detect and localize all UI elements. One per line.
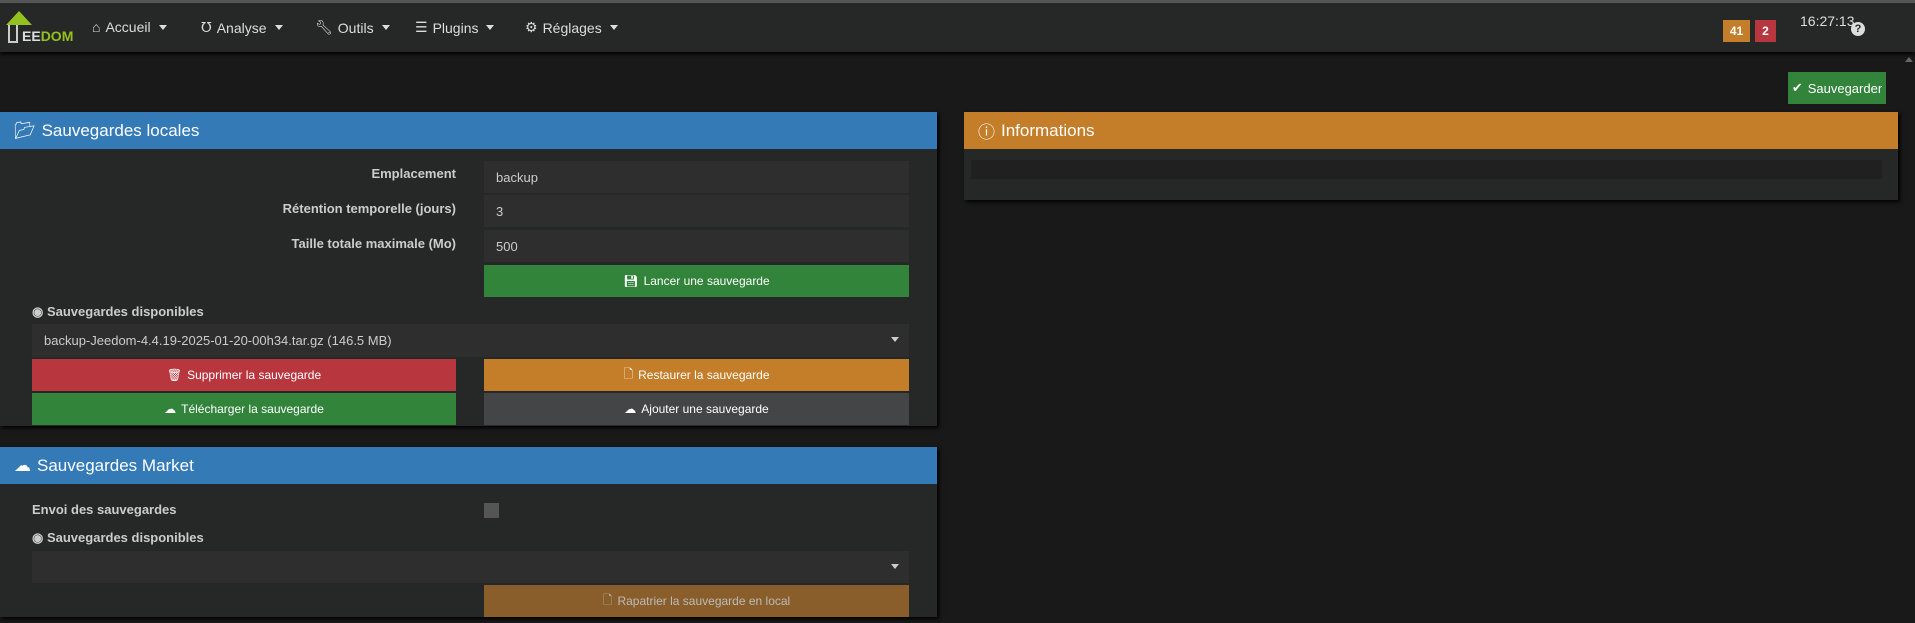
panel-header: ⓘ Informations	[964, 112, 1898, 149]
caret-down-icon	[381, 25, 390, 30]
label-text: Sauvegardes disponibles	[46, 304, 204, 319]
info-log-box	[971, 160, 1882, 179]
selected-value: backup-Jeedom-4.4.19-2025-01-20-00h34.ta…	[44, 333, 392, 348]
send-backups-checkbox[interactable]	[484, 503, 499, 518]
market-backup-select[interactable]	[32, 551, 909, 583]
button-label: Télécharger la sauvegarde	[181, 402, 324, 416]
folder-open-icon: 📂︎	[14, 120, 36, 140]
stethoscope-icon: ℧	[201, 19, 212, 35]
menu-label: Plugins	[432, 19, 479, 36]
caret-down-icon	[158, 24, 167, 30]
tape-icon: ◉	[32, 304, 44, 319]
menu-reglages[interactable]: ⚙ Réglages	[525, 19, 618, 36]
available-backups-label: ◉ Sauvegardes disponibles	[32, 304, 204, 320]
informations-panel: ⓘ Informations	[964, 112, 1898, 200]
navbar: EEDOM ⌂ Accueil ℧ Analyse 🔧︎ Outils ☰ Plugin…	[0, 0, 1915, 52]
home-icon: ⌂	[92, 19, 101, 35]
launch-backup-button[interactable]: 💾︎ Lancer une sauvegarde	[484, 265, 909, 297]
menu-plugins[interactable]: ☰ Plugins	[415, 19, 495, 36]
check-circle-icon: ✔	[1791, 80, 1803, 95]
location-input[interactable]: backup	[484, 161, 909, 193]
list-icon: ☰	[415, 19, 428, 35]
panel-title: Sauvegardes locales	[41, 120, 200, 140]
file-icon: 🗋	[602, 592, 613, 607]
save-button[interactable]: ✔ Sauvegarder	[1788, 72, 1886, 104]
menu-analyse[interactable]: ℧ Analyse	[201, 19, 283, 36]
cloud-icon: ☁	[14, 455, 31, 475]
label-text: Sauvegardes disponibles	[46, 530, 204, 545]
warning-badge[interactable]: 41	[1723, 20, 1750, 42]
dropdown-arrow-icon	[891, 337, 899, 342]
send-backups-label: Envoi des sauvegardes	[32, 502, 177, 517]
menu-accueil[interactable]: ⌂ Accueil	[92, 19, 167, 35]
menu-label: Analyse	[216, 19, 267, 36]
menu-label: Outils	[337, 19, 374, 36]
restore-backup-button[interactable]: 🗋 Restaurer la sauvegarde	[484, 359, 909, 391]
button-label: Rapatrier la sauvegarde en local	[617, 594, 791, 608]
delete-backup-button[interactable]: 🗑︎ Supprimer la sauvegarde	[32, 359, 456, 391]
cloud-upload-icon: ☁	[624, 402, 637, 416]
save-label: Sauvegarder	[1807, 80, 1883, 96]
help-icon[interactable]: ?	[1851, 22, 1865, 36]
scrollbar-up-arrow[interactable]	[1905, 57, 1913, 62]
panel-header: 📂︎ Sauvegardes locales	[0, 112, 937, 149]
maxsize-label: Taille totale maximale (Mo)	[291, 236, 456, 251]
menu-label: Accueil	[105, 19, 151, 35]
retention-input[interactable]: 3	[484, 195, 909, 227]
gear-icon: ⚙	[525, 19, 538, 35]
menu-label: Réglages	[542, 19, 602, 36]
button-label: Ajouter une sauvegarde	[641, 402, 769, 416]
tape-icon: ◉	[32, 530, 44, 545]
panel-title: Informations	[1001, 120, 1095, 140]
location-label: Emplacement	[371, 166, 456, 181]
backup-select[interactable]: backup-Jeedom-4.4.19-2025-01-20-00h34.ta…	[32, 324, 909, 357]
wrench-icon: 🔧︎	[315, 19, 333, 35]
file-icon: 🗋	[623, 366, 634, 381]
floppy-icon: 💾︎	[623, 274, 639, 288]
clock: 16:27:13	[1800, 13, 1855, 29]
market-available-label: ◉ Sauvegardes disponibles	[32, 530, 204, 546]
panel-header: ☁ Sauvegardes Market	[0, 447, 937, 484]
trash-icon: 🗑︎	[166, 368, 183, 382]
button-label: Supprimer la sauvegarde	[187, 368, 322, 382]
cloud-download-icon: ☁	[164, 402, 177, 416]
caret-down-icon	[274, 25, 283, 30]
button-label: Lancer une sauvegarde	[643, 274, 770, 288]
retention-label: Rétention temporelle (jours)	[282, 201, 456, 216]
info-circle-icon: ⓘ	[978, 123, 995, 142]
jeedom-logo[interactable]: EEDOM	[4, 11, 73, 47]
maxsize-input[interactable]: 500	[484, 230, 909, 262]
panel-title: Sauvegardes Market	[37, 455, 194, 475]
download-backup-button[interactable]: ☁ Télécharger la sauvegarde	[32, 393, 456, 425]
dropdown-arrow-icon	[891, 564, 899, 569]
danger-badge[interactable]: 2	[1755, 20, 1776, 42]
fetch-backup-button[interactable]: 🗋 Rapatrier la sauvegarde en local	[484, 585, 909, 617]
caret-down-icon	[609, 25, 618, 30]
button-label: Restaurer la sauvegarde	[638, 368, 770, 382]
add-backup-button[interactable]: ☁ Ajouter une sauvegarde	[484, 393, 909, 425]
menu-outils[interactable]: 🔧︎ Outils	[315, 19, 390, 36]
caret-down-icon	[486, 25, 495, 30]
